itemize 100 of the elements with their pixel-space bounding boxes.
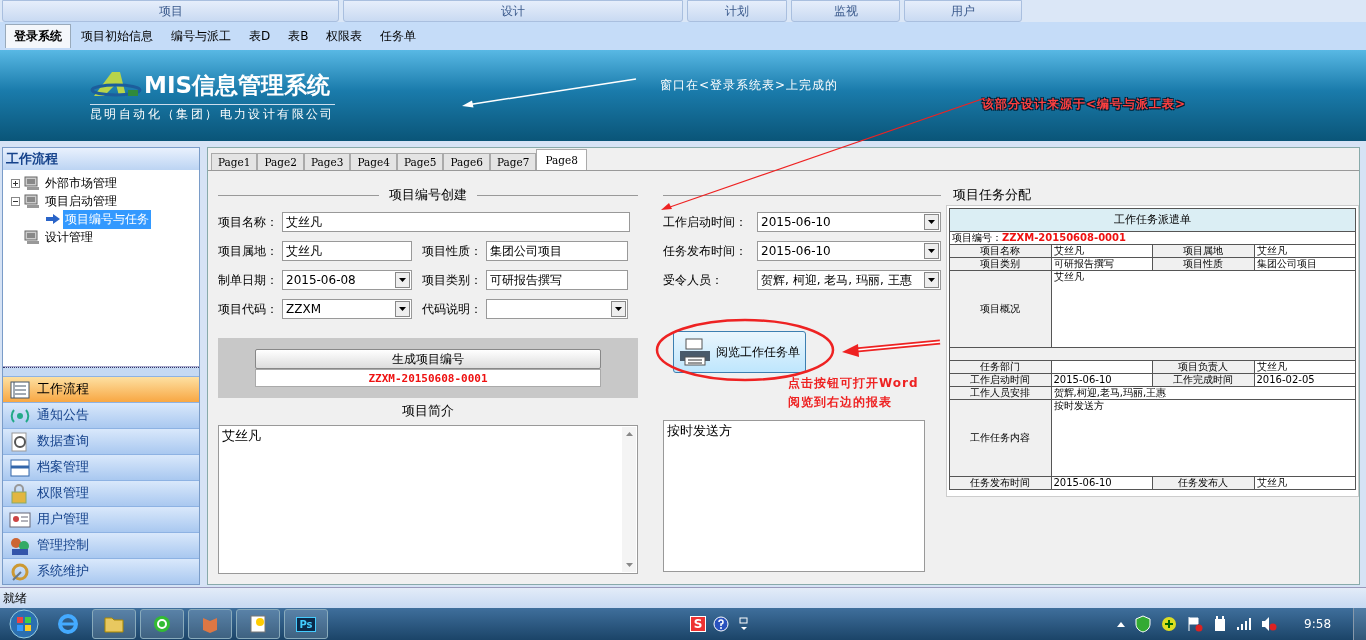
show-desktop-button[interactable]	[1353, 608, 1366, 640]
field-label: 制单日期：	[218, 271, 279, 289]
nav-button[interactable]: 数据查询	[3, 428, 199, 455]
nav-button[interactable]: 工作流程	[3, 376, 199, 403]
table-cell: 项目概况	[949, 270, 1051, 348]
dropdown-field[interactable]: 2015-06-10	[757, 212, 941, 233]
tree-item[interactable]: 设计管理	[43, 227, 95, 247]
dropdown-field[interactable]	[486, 299, 628, 320]
tree-item[interactable]: 外部市场管理	[43, 173, 119, 193]
scroll-up-icon[interactable]	[625, 432, 633, 437]
nav-button[interactable]: 权限管理	[3, 480, 199, 507]
form-tab[interactable]: 项目初始信息	[73, 24, 161, 48]
input-field[interactable]: 集团公司项目	[486, 241, 628, 262]
taskbar-button[interactable]	[236, 609, 280, 639]
nav-icon	[9, 509, 31, 530]
form-tab[interactable]: 任务单	[372, 24, 425, 48]
table-cell: 艾丝凡	[1254, 476, 1356, 490]
volume-muted-icon[interactable]	[1261, 616, 1278, 632]
section-title: 项目任务分配	[953, 186, 1031, 205]
table-cell: 贺辉,柯迎,老马,玛丽,王惠	[1051, 386, 1356, 400]
dropdown-field[interactable]: 2015-06-08	[282, 270, 412, 291]
field-label: 项目名称：	[218, 213, 279, 231]
view-report-button[interactable]: 阅览工作任务单	[673, 331, 806, 374]
annotation-text: 窗口在<登录系统表>上完成的	[660, 76, 839, 94]
document-icon	[248, 614, 268, 634]
nav-button[interactable]: 管理控制	[3, 532, 199, 559]
ribbon-tab[interactable]: 项目	[2, 0, 339, 22]
browser-icon[interactable]	[56, 612, 80, 636]
field-label: 项目性质：	[422, 242, 483, 260]
taskbar-button[interactable]	[188, 609, 232, 639]
window-icon[interactable]	[739, 617, 750, 631]
taskbar-button[interactable]	[92, 609, 136, 639]
panel-title: 工作流程	[3, 148, 199, 171]
form-tab[interactable]: 登录系统	[5, 23, 71, 48]
ribbon-tab[interactable]: 用户	[904, 0, 1022, 22]
taskbar-button[interactable]	[140, 609, 184, 639]
text-area[interactable]: 按时发送方	[663, 420, 925, 573]
field-label: 项目简介	[401, 403, 455, 421]
table-cell: 艾丝凡	[1051, 270, 1356, 348]
nav-icon	[9, 561, 31, 582]
tree-item[interactable]: 项目启动管理	[43, 191, 119, 211]
form-tab[interactable]: 表B	[280, 24, 317, 48]
signal-icon[interactable]	[1237, 618, 1252, 630]
printer-icon	[678, 337, 712, 368]
help-icon[interactable]	[713, 616, 730, 632]
browser-icon	[152, 614, 172, 634]
plus-icon[interactable]	[1161, 616, 1178, 632]
scrollbar[interactable]	[622, 427, 636, 573]
generated-number-field[interactable]: ZZXM-20150608-0001	[255, 369, 601, 388]
input-field[interactable]: 可研报告撰写	[486, 270, 628, 291]
input-field[interactable]: 艾丝凡	[282, 212, 630, 233]
form-tab[interactable]: 权限表	[318, 24, 371, 48]
nav-button[interactable]: 档案管理	[3, 454, 199, 481]
annotation-text: 点击按钮可打开Word 阅览到右边的报表	[788, 375, 919, 412]
generate-button[interactable]: 生成项目编号	[255, 349, 601, 370]
device-icon[interactable]	[1213, 616, 1228, 632]
nav-button[interactable]: 系统维护	[3, 558, 199, 585]
taskbar-button[interactable]: Ps	[284, 609, 328, 639]
table-cell: 集团公司项目	[1254, 257, 1356, 271]
table-cell: 2015-06-10	[1051, 373, 1153, 387]
table-cell: 艾丝凡	[1051, 244, 1153, 258]
page-tab[interactable]: Page4	[350, 153, 397, 171]
shield-icon[interactable]	[1135, 615, 1152, 633]
field-label: 任务发布时间：	[663, 242, 748, 260]
page-tab[interactable]: Page8	[536, 149, 587, 171]
splitter-handle[interactable]	[3, 367, 199, 377]
ribbon-tab[interactable]: 设计	[343, 0, 683, 22]
expand-icon[interactable]	[11, 178, 21, 188]
ribbon-tab[interactable]: 计划	[687, 0, 787, 22]
tray-app-icon[interactable]: S	[689, 616, 707, 632]
flag-icon[interactable]	[1187, 616, 1204, 632]
dropdown-field[interactable]: ZZXM	[282, 299, 412, 320]
form-tab[interactable]: 编号与派工	[163, 24, 239, 48]
table-cell: 艾丝凡	[1254, 360, 1356, 374]
clock: 9:58	[1304, 617, 1331, 631]
field-label: 受令人员：	[663, 271, 724, 289]
page-tab[interactable]: Page3	[303, 153, 351, 171]
document-title: 工作任务派遣单	[949, 208, 1356, 232]
collapse-icon[interactable]	[11, 196, 21, 206]
page-tab[interactable]: Page6	[443, 153, 490, 171]
company-name: 昆明自动化（集团）电力设计有限公司	[90, 103, 335, 122]
dropdown-field[interactable]: 2015-06-10	[757, 241, 941, 262]
page-tab[interactable]: Page7	[489, 153, 537, 171]
field-label: 工作启动时间：	[663, 213, 748, 231]
input-field[interactable]: 艾丝凡	[282, 241, 412, 262]
nav-button[interactable]: 通知公告	[3, 402, 199, 429]
page-tab[interactable]: Page5	[396, 153, 444, 171]
caret-up-icon[interactable]	[1117, 621, 1126, 627]
table-cell: 项目编号：ZZXM-20150608-0001	[949, 231, 1356, 245]
nav-button[interactable]: 用户管理	[3, 506, 199, 533]
table-cell: 2016-02-05	[1254, 373, 1356, 387]
text-area[interactable]: 艾丝凡	[218, 425, 638, 575]
arrow-right-icon	[46, 214, 60, 225]
table-cell: 工作任务内容	[949, 399, 1051, 477]
scroll-down-icon[interactable]	[625, 563, 633, 568]
page-tab[interactable]: Page1	[211, 153, 258, 171]
dropdown-field[interactable]: 贺辉, 柯迎, 老马, 玛丽, 王惠	[757, 270, 941, 291]
ribbon-tab[interactable]: 监视	[791, 0, 900, 22]
page-tab[interactable]: Page2	[257, 153, 304, 171]
form-tab[interactable]: 表D	[241, 24, 279, 48]
